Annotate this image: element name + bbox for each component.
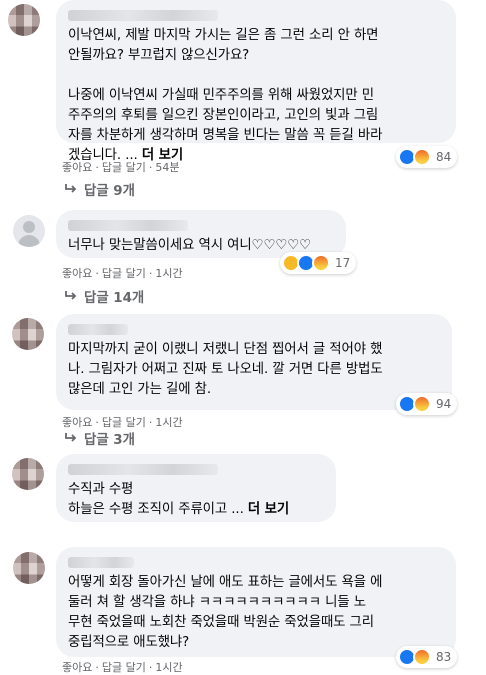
- commenter-name[interactable]: [68, 10, 218, 21]
- comment-bubble: 마지막까지 굳이 이랬니 저랬니 단점 찝어서 글 적어야 했 나. 그림자가 …: [56, 314, 452, 410]
- timestamp[interactable]: 1시간: [155, 661, 182, 674]
- reply-action[interactable]: 답글 달기: [102, 161, 146, 174]
- reply-action[interactable]: 답글 달기: [102, 661, 146, 674]
- angry-icon: [413, 648, 431, 666]
- like-action[interactable]: 좋아요: [62, 267, 92, 280]
- reaction-summary[interactable]: 84: [396, 146, 458, 168]
- comment-text: 어떻게 회장 돌아가신 날에 애도 표하는 글에서도 욕을 에 둘러 쳐 할 생…: [68, 575, 383, 650]
- avatar[interactable]: [13, 215, 45, 247]
- avatar[interactable]: [12, 458, 44, 490]
- commenter-name[interactable]: [68, 324, 128, 335]
- comment-bubble: 너무나 맞는말씀이세요 역시 여니♡♡♡♡♡: [56, 210, 346, 258]
- reaction-summary[interactable]: 83: [396, 646, 458, 668]
- comment-text: 이낙연씨, 제발 마지막 가시는 길은 좀 그런 소리 안 하면 안될까요? 부…: [68, 28, 383, 163]
- view-replies[interactable]: 답글 9개: [64, 179, 135, 199]
- reaction-count: 94: [436, 397, 452, 411]
- like-action[interactable]: 좋아요: [62, 161, 92, 174]
- like-action[interactable]: 좋아요: [62, 661, 92, 674]
- commenter-name[interactable]: [68, 557, 134, 568]
- avatar[interactable]: [12, 318, 44, 350]
- comment-bubble: 수직과 수평 하늘은 수평 조직이 주류이고 ... 더 보기: [56, 454, 336, 522]
- comment-text: 수직과 수평 하늘은 수평 조직이 주류이고 ... 더 보기: [68, 482, 290, 517]
- angry-icon: [413, 395, 431, 413]
- reaction-summary[interactable]: 94: [396, 393, 458, 415]
- timestamp[interactable]: 1시간: [155, 267, 182, 280]
- comment-bubble: 어떻게 회장 돌아가신 날에 애도 표하는 글에서도 욕을 에 둘러 쳐 할 생…: [56, 547, 456, 657]
- view-replies[interactable]: 답글 3개: [64, 428, 135, 448]
- reply-arrow-icon: [65, 184, 77, 193]
- commenter-name[interactable]: [68, 220, 188, 231]
- comment-bubble: 이낙연씨, 제발 마지막 가시는 길은 좀 그런 소리 안 하면 안될까요? 부…: [56, 0, 456, 163]
- reaction-count: 83: [436, 650, 452, 664]
- see-more-link[interactable]: 더 보기: [248, 502, 289, 517]
- view-replies[interactable]: 답글 14개: [64, 286, 144, 306]
- comment-actions: 좋아요 · 답글 달기 · 1시간: [62, 267, 183, 280]
- timestamp[interactable]: 1시간: [155, 416, 182, 429]
- comment-text: 마지막까지 굳이 이랬니 저랬니 단점 찝어서 글 적어야 했 나. 그림자가 …: [68, 342, 383, 397]
- commenter-name[interactable]: [68, 464, 218, 475]
- reaction-summary[interactable]: 17: [280, 252, 357, 274]
- angry-icon: [413, 148, 431, 166]
- avatar[interactable]: [13, 552, 45, 584]
- reaction-count: 17: [335, 256, 351, 270]
- timestamp[interactable]: 54분: [155, 161, 179, 174]
- reply-action[interactable]: 답글 달기: [102, 267, 146, 280]
- avatar[interactable]: [8, 4, 40, 36]
- reply-arrow-icon: [65, 291, 77, 300]
- comment-actions: 좋아요 · 답글 달기 · 54분: [62, 161, 180, 174]
- reply-arrow-icon: [65, 433, 77, 442]
- reaction-count: 84: [436, 150, 452, 164]
- angry-icon: [312, 254, 330, 272]
